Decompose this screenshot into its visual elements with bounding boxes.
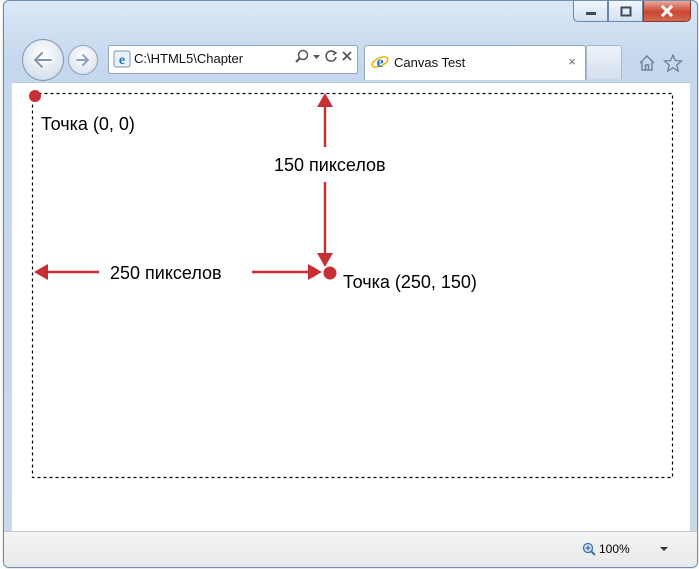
navigation-bar: e C:\HTML5\Chapter e Canvas Test ×	[4, 31, 697, 83]
status-bar: 100%	[4, 531, 697, 567]
tab-title: Canvas Test	[394, 55, 466, 70]
home-icon[interactable]	[638, 54, 656, 72]
point-label: Точка (250, 150)	[343, 272, 477, 292]
dropdown-arrow-icon[interactable]	[312, 49, 321, 63]
close-button[interactable]	[643, 1, 691, 22]
stop-icon[interactable]	[341, 50, 353, 62]
target-point	[323, 266, 337, 280]
svg-text:e: e	[376, 54, 383, 71]
address-url[interactable]: C:\HTML5\Chapter	[134, 51, 243, 66]
origin-point	[29, 90, 41, 102]
svg-text:e: e	[119, 53, 125, 68]
minimize-icon	[585, 12, 596, 15]
zoom-dropdown-icon[interactable]	[659, 545, 669, 553]
maximize-icon	[620, 6, 631, 16]
vertical-distance-label: 150 пикселов	[274, 155, 386, 175]
page-content: Точка (0, 0) 150 пикселов 250 пикселов Т…	[12, 82, 690, 531]
origin-label: Точка (0, 0)	[41, 114, 135, 134]
vertical-arrowhead-up	[317, 93, 333, 107]
minimize-button[interactable]	[573, 1, 608, 22]
arrow-left-icon	[32, 51, 53, 69]
refresh-icon[interactable]	[324, 49, 338, 63]
favorites-star-icon[interactable]	[663, 54, 683, 72]
zoom-control[interactable]: 100%	[582, 542, 630, 556]
caption-buttons	[573, 1, 691, 28]
canvas-diagram	[29, 90, 674, 479]
tab-canvas-test[interactable]: e Canvas Test ×	[364, 45, 586, 80]
zoom-level: 100%	[599, 542, 630, 556]
forward-button[interactable]	[68, 45, 98, 75]
tab-close-icon[interactable]: ×	[568, 54, 576, 69]
ie-page-icon: e	[113, 50, 131, 68]
ie-logo-icon: e	[371, 54, 389, 71]
maximize-button[interactable]	[608, 1, 643, 22]
close-icon	[660, 5, 674, 17]
horizontal-distance-label: 250 пикселов	[110, 263, 222, 283]
zoom-icon	[582, 542, 596, 556]
horizontal-arrowhead-left	[34, 264, 48, 280]
search-icon[interactable]	[295, 49, 309, 63]
back-button[interactable]	[22, 39, 64, 81]
vertical-arrowhead-down	[317, 253, 333, 267]
address-tools	[295, 49, 353, 63]
new-tab-button[interactable]	[586, 45, 622, 79]
address-bar[interactable]: e C:\HTML5\Chapter	[108, 45, 358, 74]
arrow-right-icon	[76, 54, 90, 66]
horizontal-arrowhead-right	[308, 264, 322, 280]
browser-window: e C:\HTML5\Chapter e Canvas Test × Точка…	[3, 0, 698, 568]
